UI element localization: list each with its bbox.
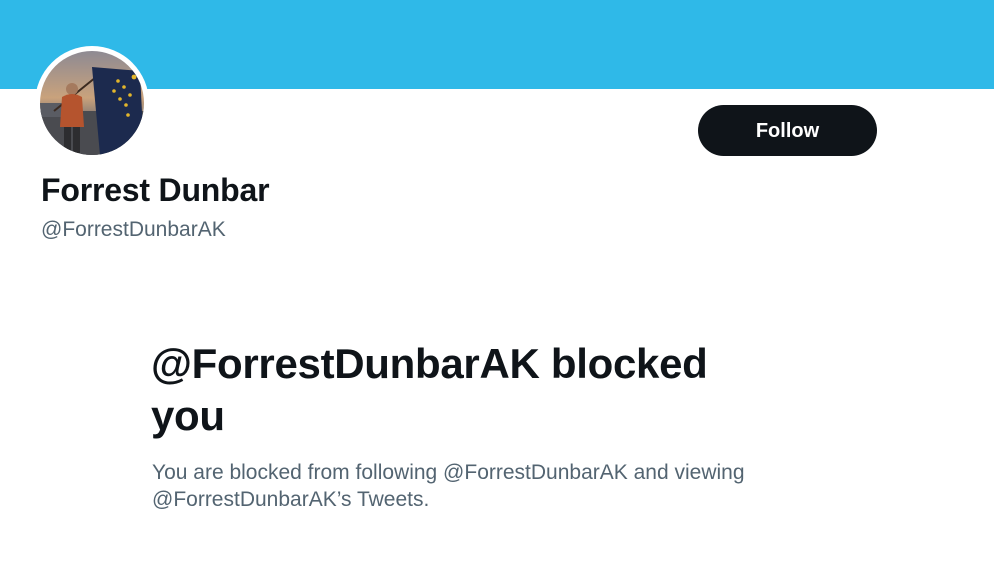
- profile-banner: [0, 0, 994, 89]
- profile-photo-icon: [40, 51, 144, 155]
- follow-button[interactable]: Follow: [698, 105, 877, 156]
- blocked-description: You are blocked from following @ForrestD…: [152, 461, 745, 511]
- avatar-ring: [35, 46, 149, 160]
- display-name: Forrest Dunbar: [41, 172, 270, 208]
- profile-handle: @ForrestDunbarAK: [41, 218, 226, 241]
- avatar[interactable]: [40, 51, 144, 155]
- blocked-title: @ForrestDunbarAK blocked you: [151, 340, 708, 439]
